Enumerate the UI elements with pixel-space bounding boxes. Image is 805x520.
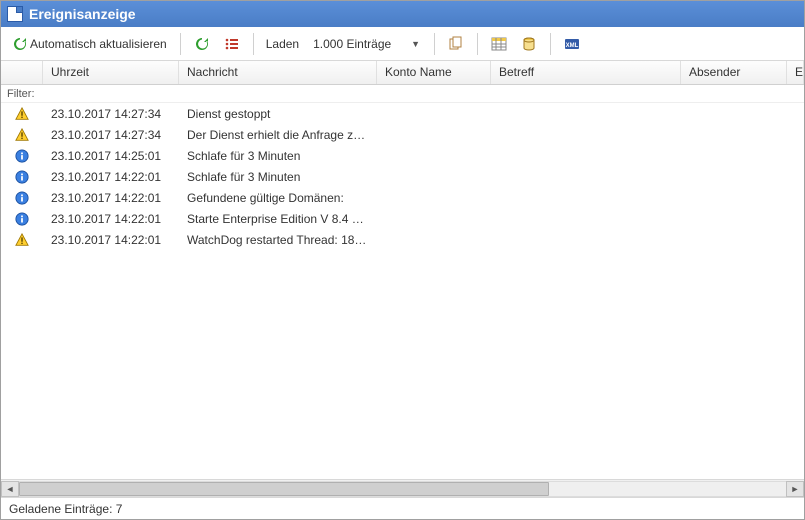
cell-time: 23.10.2017 14:27:34: [43, 128, 179, 142]
window-title: Ereignisanzeige: [29, 6, 136, 22]
copy-icon: [448, 36, 464, 52]
scroll-track[interactable]: [19, 481, 786, 497]
row-type-icon: [1, 107, 43, 121]
cell-time: 23.10.2017 14:22:01: [43, 191, 179, 205]
header-sender[interactable]: Absender: [681, 61, 787, 84]
scroll-thumb[interactable]: [19, 482, 549, 496]
toolbar-separator: [180, 33, 181, 55]
row-type-icon: [1, 128, 43, 142]
xml-icon: XML: [564, 36, 580, 52]
refresh-icon: [194, 36, 210, 52]
database-button[interactable]: [516, 31, 542, 57]
event-grid[interactable]: 23.10.2017 14:27:34Dienst gestoppt23.10.…: [1, 103, 804, 479]
copy-button[interactable]: [443, 31, 469, 57]
event-viewer-window: Ereignisanzeige Automatisch aktualisiere…: [0, 0, 805, 520]
row-type-icon: [1, 191, 43, 205]
cell-message: Gefundene gültige Domänen:: [179, 191, 377, 205]
document-icon: [7, 6, 23, 22]
column-headers: Uhrzeit Nachricht Konto Name Betreff Abs…: [1, 61, 804, 85]
table-row[interactable]: 23.10.2017 14:22:01WatchDog restarted Th…: [1, 229, 804, 250]
auto-refresh-button[interactable]: Automatisch aktualisieren: [7, 31, 172, 57]
cell-message: Schlafe für 3 Minuten: [179, 149, 377, 163]
table-icon: [491, 36, 507, 52]
status-bar: Geladene Einträge: 7: [1, 497, 804, 519]
header-last[interactable]: Er: [787, 61, 804, 84]
table-row[interactable]: 23.10.2017 14:22:01Starte Enterprise Edi…: [1, 208, 804, 229]
cell-message: Starte Enterprise Edition V 8.4 auf...: [179, 212, 377, 226]
header-account[interactable]: Konto Name: [377, 61, 491, 84]
table-row[interactable]: 23.10.2017 14:22:01Gefundene gültige Dom…: [1, 187, 804, 208]
status-text: Geladene Einträge: 7: [9, 502, 122, 516]
table-row[interactable]: 23.10.2017 14:25:01Schlafe für 3 Minuten: [1, 145, 804, 166]
toolbar: Automatisch aktualisieren Laden 1.000 Ei…: [1, 27, 804, 61]
list-view-button[interactable]: [219, 31, 245, 57]
load-label: Laden: [262, 37, 303, 51]
cell-time: 23.10.2017 14:27:34: [43, 107, 179, 121]
toolbar-separator: [434, 33, 435, 55]
list-icon: [224, 36, 240, 52]
header-message[interactable]: Nachricht: [179, 61, 377, 84]
toolbar-separator: [253, 33, 254, 55]
cell-message: Der Dienst erhielt die Anfrage zu...: [179, 128, 377, 142]
table-row[interactable]: 23.10.2017 14:22:01Schlafe für 3 Minuten: [1, 166, 804, 187]
load-amount-dropdown[interactable]: 1.000 Einträge ▼: [307, 31, 426, 57]
cell-time: 23.10.2017 14:22:01: [43, 170, 179, 184]
filter-row[interactable]: Filter:: [1, 85, 804, 103]
cell-time: 23.10.2017 14:25:01: [43, 149, 179, 163]
table-row[interactable]: 23.10.2017 14:27:34Dienst gestoppt: [1, 103, 804, 124]
auto-refresh-label: Automatisch aktualisieren: [30, 37, 167, 51]
database-icon: [521, 36, 537, 52]
toolbar-separator: [550, 33, 551, 55]
header-time[interactable]: Uhrzeit: [43, 61, 179, 84]
refresh-button[interactable]: [189, 31, 215, 57]
row-type-icon: [1, 233, 43, 247]
scroll-left-button[interactable]: ◄: [1, 481, 19, 497]
xml-export-button[interactable]: XML: [559, 31, 585, 57]
table-export-button[interactable]: [486, 31, 512, 57]
cell-time: 23.10.2017 14:22:01: [43, 233, 179, 247]
svg-text:XML: XML: [566, 43, 579, 49]
row-type-icon: [1, 149, 43, 163]
cell-time: 23.10.2017 14:22:01: [43, 212, 179, 226]
horizontal-scrollbar[interactable]: ◄ ►: [1, 479, 804, 497]
cell-message: Dienst gestoppt: [179, 107, 377, 121]
scroll-right-button[interactable]: ►: [786, 481, 804, 497]
chevron-down-icon: ▼: [411, 39, 420, 49]
header-icon[interactable]: [1, 61, 43, 84]
title-bar[interactable]: Ereignisanzeige: [1, 1, 804, 27]
filter-label: Filter:: [7, 88, 35, 100]
refresh-icon: [12, 36, 28, 52]
row-type-icon: [1, 170, 43, 184]
table-row[interactable]: 23.10.2017 14:27:34Der Dienst erhielt di…: [1, 124, 804, 145]
cell-message: WatchDog restarted Thread: 1810...: [179, 233, 377, 247]
load-amount-value: 1.000 Einträge: [313, 37, 391, 51]
cell-message: Schlafe für 3 Minuten: [179, 170, 377, 184]
toolbar-separator: [477, 33, 478, 55]
header-subject[interactable]: Betreff: [491, 61, 681, 84]
row-type-icon: [1, 212, 43, 226]
